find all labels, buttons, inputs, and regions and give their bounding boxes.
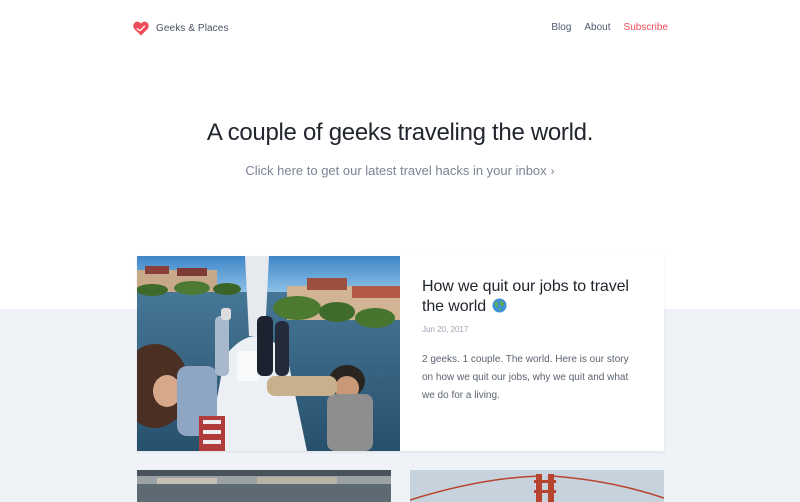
nav-link-about[interactable]: About xyxy=(584,22,610,33)
hero-title: A couple of geeks traveling the world. xyxy=(206,119,594,146)
post-card-3[interactable] xyxy=(410,470,664,502)
post-card-2[interactable] xyxy=(137,470,391,502)
nav-link-blog[interactable]: Blog xyxy=(551,22,571,33)
featured-post-title: How we quit our jobs to travel the world xyxy=(422,277,642,317)
nav-link-subscribe[interactable]: Subscribe xyxy=(624,22,668,33)
site-header: Geeks & Places Blog About Subscribe xyxy=(0,0,800,58)
featured-post-body: How we quit our jobs to travel the world… xyxy=(400,256,664,451)
featured-post-card[interactable]: How we quit our jobs to travel the world… xyxy=(137,256,664,451)
post-card-3-image xyxy=(410,470,664,502)
hero-subscribe-link[interactable]: Click here to get our latest travel hack… xyxy=(245,163,546,178)
chevron-right-icon: › xyxy=(550,164,555,178)
site-brand-name: Geeks & Places xyxy=(156,23,229,34)
featured-post-date: Jun 20, 2017 xyxy=(422,325,469,334)
featured-post-image xyxy=(137,256,400,451)
featured-post-title-text: How we quit our jobs to travel the world xyxy=(422,278,629,315)
globe-icon xyxy=(492,298,507,313)
site-logo-link[interactable]: Geeks & Places xyxy=(133,21,229,36)
post-card-2-image xyxy=(137,470,391,502)
main-nav: Blog About Subscribe xyxy=(538,22,668,33)
featured-post-excerpt: 2 geeks. 1 couple. The world. Here is ou… xyxy=(422,354,629,401)
hero-subscribe-row: Click here to get our latest travel hack… xyxy=(0,163,800,178)
heart-logo-icon xyxy=(133,21,149,36)
